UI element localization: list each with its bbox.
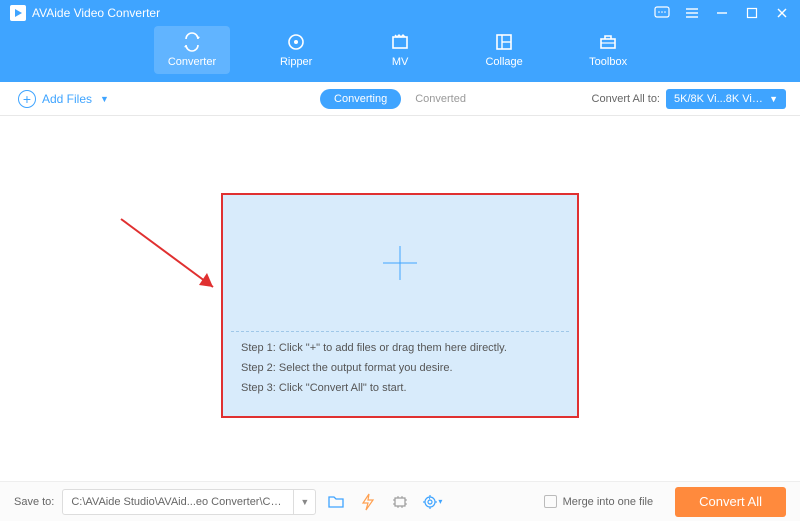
- chevron-down-icon: ▼: [100, 94, 109, 104]
- collage-icon: [494, 32, 514, 52]
- feedback-icon[interactable]: [654, 5, 670, 21]
- add-files-plus-area[interactable]: [223, 195, 577, 331]
- menu-icon[interactable]: [684, 5, 700, 21]
- checkbox-icon: [544, 495, 557, 508]
- app-title: AVAide Video Converter: [32, 6, 654, 20]
- ripper-icon: [286, 32, 306, 52]
- speed-icon[interactable]: [356, 490, 380, 514]
- nav-label: Converter: [168, 56, 216, 68]
- save-path-field[interactable]: C:\AVAide Studio\AVAid...eo Converter\Co…: [62, 489, 316, 515]
- merge-checkbox[interactable]: Merge into one file: [544, 495, 654, 508]
- gpu-icon[interactable]: [388, 490, 412, 514]
- save-path-value: C:\AVAide Studio\AVAid...eo Converter\Co…: [63, 496, 293, 508]
- nav-label: Collage: [485, 56, 522, 68]
- convert-all-to-label: Convert All to:: [592, 93, 660, 105]
- merge-label: Merge into one file: [563, 496, 654, 508]
- step-text: Step 2: Select the output format you des…: [241, 362, 559, 374]
- nav-converter[interactable]: Converter: [154, 26, 230, 74]
- main-area: Step 1: Click "+" to add files or drag t…: [0, 116, 800, 481]
- chevron-down-icon: ▼: [769, 94, 778, 104]
- footer: Save to: C:\AVAide Studio\AVAid...eo Con…: [0, 481, 800, 521]
- open-folder-icon[interactable]: [324, 490, 348, 514]
- nav-toolbox[interactable]: Toolbox: [570, 26, 646, 74]
- output-format-value: 5K/8K Vi...8K Videc: [674, 93, 763, 105]
- output-format-select[interactable]: 5K/8K Vi...8K Videc ▼: [666, 89, 786, 109]
- mv-icon: [390, 32, 410, 52]
- plus-circle-icon: +: [18, 90, 36, 108]
- add-files-label: Add Files: [42, 92, 92, 106]
- tab-converted[interactable]: Converted: [401, 89, 480, 109]
- settings-icon[interactable]: ▾: [420, 490, 444, 514]
- tab-converting[interactable]: Converting: [320, 89, 401, 109]
- subbar: + Add Files ▼ Converting Converted Conve…: [0, 82, 800, 116]
- close-button[interactable]: [774, 5, 790, 21]
- add-files-button[interactable]: + Add Files ▼: [18, 90, 109, 108]
- step-text: Step 1: Click "+" to add files or drag t…: [241, 342, 559, 354]
- nav-ripper[interactable]: Ripper: [258, 26, 334, 74]
- app-logo: [10, 5, 26, 21]
- toolbox-icon: [598, 32, 618, 52]
- minimize-button[interactable]: [714, 5, 730, 21]
- dropzone[interactable]: Step 1: Click "+" to add files or drag t…: [221, 193, 579, 418]
- nav-label: MV: [392, 56, 409, 68]
- plus-icon: [383, 246, 417, 280]
- step-text: Step 3: Click "Convert All" to start.: [241, 382, 559, 394]
- nav-label: Ripper: [280, 56, 312, 68]
- save-to-label: Save to:: [14, 496, 54, 508]
- annotation-arrow: [113, 211, 233, 321]
- nav-collage[interactable]: Collage: [466, 26, 542, 74]
- convert-all-button[interactable]: Convert All: [675, 487, 786, 517]
- instruction-steps: Step 1: Click "+" to add files or drag t…: [223, 332, 577, 404]
- converter-icon: [182, 32, 202, 52]
- maximize-button[interactable]: [744, 5, 760, 21]
- nav-mv[interactable]: MV: [362, 26, 438, 74]
- nav-label: Toolbox: [589, 56, 627, 68]
- path-dropdown[interactable]: ▼: [293, 490, 315, 514]
